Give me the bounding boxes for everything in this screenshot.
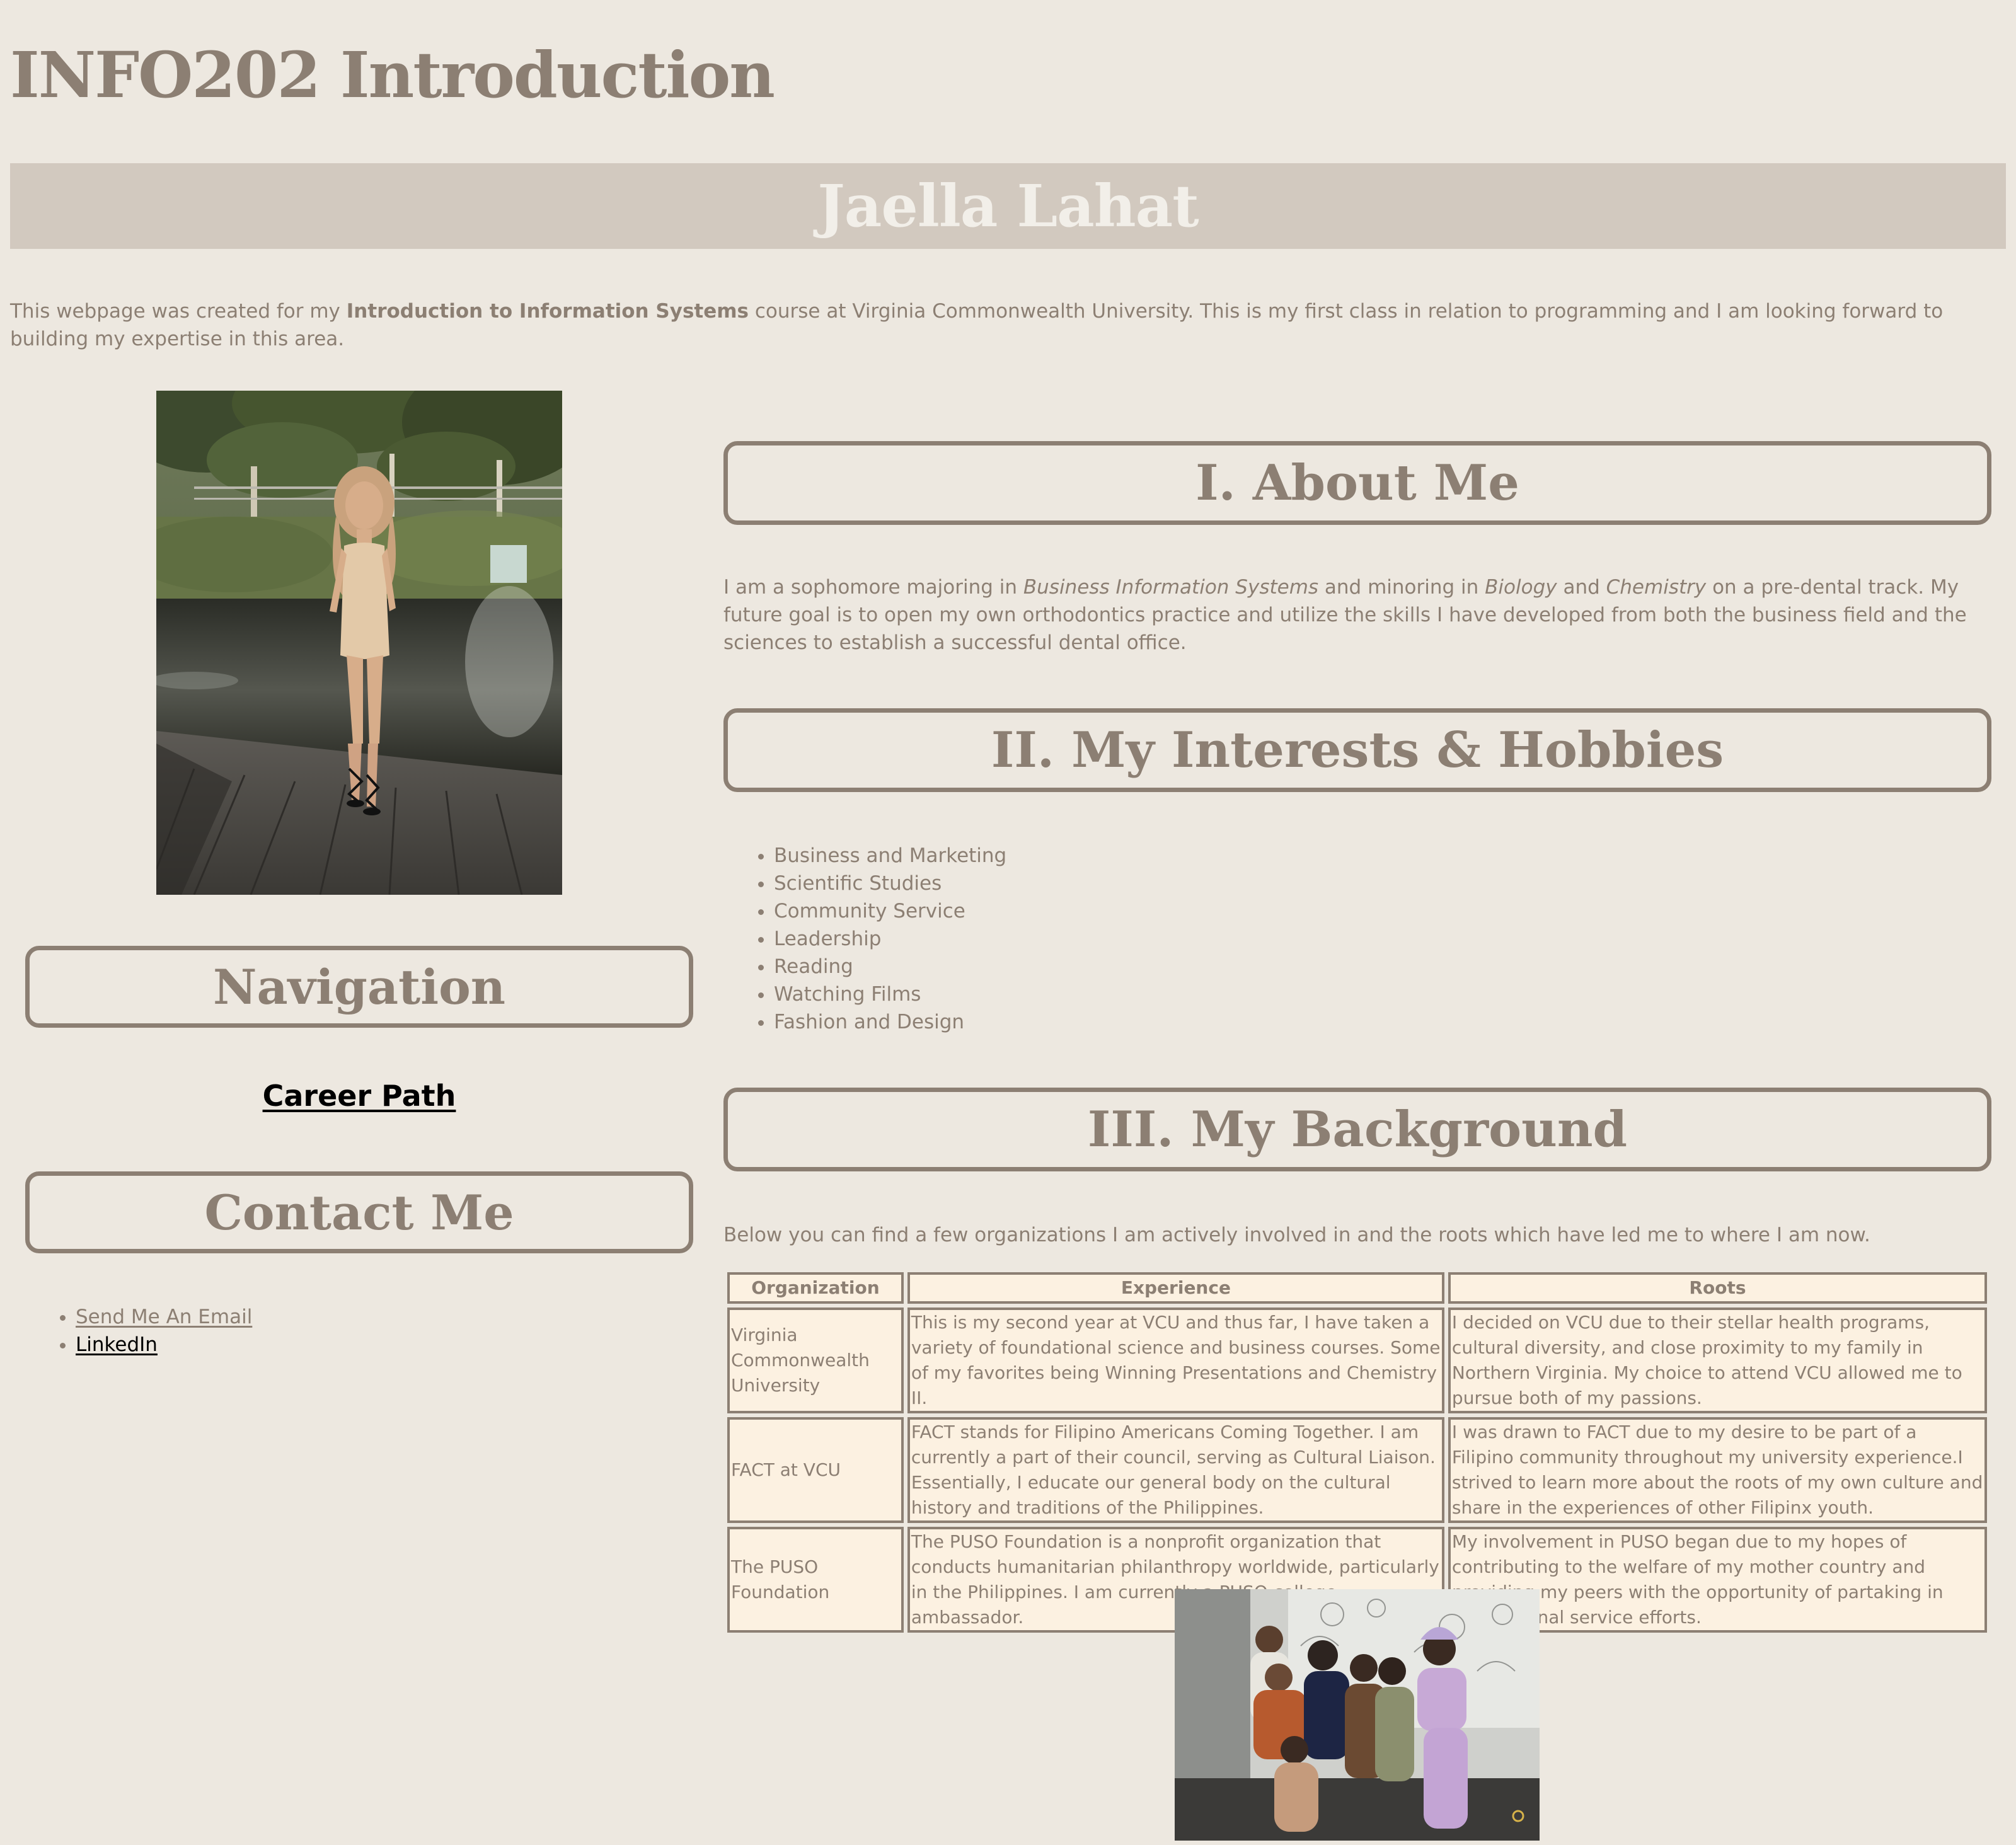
list-item: Business and Marketing: [774, 842, 1006, 870]
list-item: Scientific Studies: [774, 870, 1006, 897]
list-item: Community Service: [774, 897, 1006, 925]
list-item: Send Me An Email: [76, 1303, 252, 1331]
intro-paragraph: This webpage was created for my Introduc…: [10, 297, 2006, 353]
about-major: Business Information Systems: [1023, 576, 1319, 599]
list-item: Watching Films: [774, 980, 1006, 1008]
group-photo: [1175, 1589, 1540, 1841]
page-title: INFO202 Introduction: [10, 38, 775, 112]
about-heading: I. About Me: [723, 441, 1991, 525]
intro-text-start: This webpage was created for my: [10, 300, 347, 323]
list-item: Reading: [774, 953, 1006, 980]
name-banner: Jaella Lahat: [10, 163, 2006, 249]
interests-heading: II. My Interests & Hobbies: [723, 708, 1991, 792]
about-paragraph: I am a sophomore majoring in Business In…: [723, 573, 1991, 657]
list-item: Fashion and Design: [774, 1008, 1006, 1036]
email-link[interactable]: Send Me An Email: [76, 1306, 252, 1328]
experience-cell: FACT stands for Filipino Americans Comin…: [907, 1417, 1444, 1523]
contact-list: Send Me An Email LinkedIn: [55, 1303, 252, 1359]
column-header-organization: Organization: [727, 1272, 904, 1304]
about-text-3: and: [1557, 576, 1606, 599]
experience-cell: This is my second year at VCU and thus f…: [907, 1308, 1444, 1413]
organization-cell: The PUSO Foundation: [727, 1527, 904, 1633]
organization-cell: FACT at VCU: [727, 1417, 904, 1523]
column-header-experience: Experience: [907, 1272, 1444, 1304]
table-row: Virginia Commonwealth University This is…: [727, 1308, 1987, 1413]
intro-course-name: Introduction to Information Systems: [346, 300, 749, 323]
background-heading: III. My Background: [723, 1088, 1991, 1171]
organizations-table: Organization Experience Roots Virginia C…: [723, 1268, 1991, 1636]
about-text-2: and minoring in: [1318, 576, 1485, 599]
contact-heading: Contact Me: [25, 1171, 693, 1253]
list-item: LinkedIn: [76, 1331, 252, 1359]
about-text-1: I am a sophomore majoring in: [723, 576, 1023, 599]
table-row: FACT at VCU FACT stands for Filipino Ame…: [727, 1417, 1987, 1523]
about-minor-1: Biology: [1485, 576, 1557, 599]
about-minor-2: Chemistry: [1606, 576, 1707, 599]
profile-photo: [156, 391, 562, 895]
column-header-roots: Roots: [1448, 1272, 1987, 1304]
navigation-heading: Navigation: [25, 946, 693, 1028]
linkedin-link[interactable]: LinkedIn: [76, 1333, 158, 1356]
career-path-link[interactable]: Career Path: [0, 1079, 718, 1113]
roots-cell: I was drawn to FACT due to my desire to …: [1448, 1417, 1987, 1523]
table-header-row: Organization Experience Roots: [727, 1272, 1987, 1304]
background-intro: Below you can find a few organizations I…: [723, 1224, 1870, 1246]
roots-cell: I decided on VCU due to their stellar he…: [1448, 1308, 1987, 1413]
student-name: Jaella Lahat: [817, 172, 1199, 240]
interests-list: Business and Marketing Scientific Studie…: [756, 842, 1006, 1036]
list-item: Leadership: [774, 925, 1006, 953]
organization-cell: Virginia Commonwealth University: [727, 1308, 904, 1413]
